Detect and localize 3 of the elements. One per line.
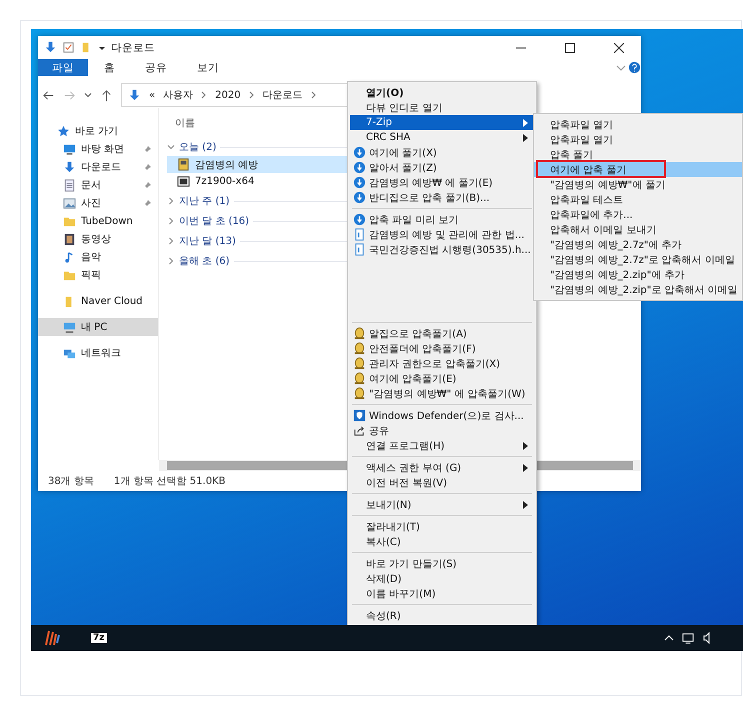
window-title: 다운로드 [111,40,156,54]
status-text: 1개 항목 선택함 51.0KB [114,475,226,488]
status-text: 38개 항목 [48,475,94,488]
